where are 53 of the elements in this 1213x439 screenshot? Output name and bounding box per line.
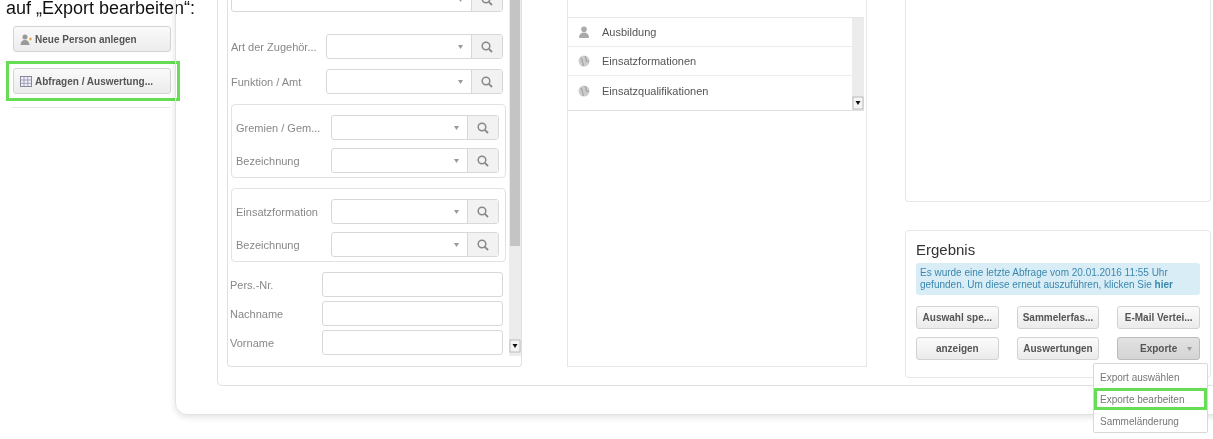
caption-text: auf „Export bearbeiten“: xyxy=(6,0,196,19)
scrollbar[interactable] xyxy=(852,18,864,110)
action-button[interactable]: Exporte xyxy=(1117,337,1200,360)
caret-icon xyxy=(454,125,459,130)
globe-icon xyxy=(578,55,590,67)
field-label: Bezeichnung xyxy=(236,238,301,251)
sidebar-button[interactable]: Neue Person anlegen xyxy=(13,26,171,52)
search-icon xyxy=(477,238,489,251)
field-label: Funktion / Amt xyxy=(231,75,303,88)
field-label: Nachname xyxy=(230,307,285,320)
caret-icon xyxy=(454,242,459,247)
caret-icon xyxy=(454,209,459,214)
person-icon xyxy=(578,26,590,38)
select-field[interactable] xyxy=(331,148,499,173)
select-field[interactable] xyxy=(331,199,499,224)
caret-icon xyxy=(458,79,463,84)
search-icon xyxy=(477,121,489,134)
input-field[interactable] xyxy=(322,330,503,355)
scrollbar[interactable] xyxy=(509,0,521,356)
search-icon xyxy=(477,205,489,218)
table-icon xyxy=(20,75,32,87)
list-item[interactable]: Einsatzqualifikationen xyxy=(568,76,852,105)
select-field[interactable] xyxy=(331,232,499,257)
action-button[interactable]: E-Mail Vertei... xyxy=(1117,306,1200,329)
field-label: Bezeichnung xyxy=(236,154,301,167)
input-field[interactable] xyxy=(322,272,503,297)
field-label: Einsatzformation xyxy=(236,205,319,218)
caret-icon xyxy=(1187,347,1192,351)
action-button[interactable]: Sammelerfas... xyxy=(1016,306,1100,329)
globe-icon xyxy=(578,84,590,97)
info-message: Es wurde eine letzte Abfrage vom 20.01.2016 11:55 Uhr gefunden. Um diese erneut auszuführen, klicken Sie hier xyxy=(916,263,1200,295)
search-icon xyxy=(477,154,489,167)
select-field[interactable] xyxy=(326,69,503,94)
select-field[interactable] xyxy=(326,34,503,59)
menu-item[interactable]: Exporte bearbeiten xyxy=(1094,388,1207,410)
action-button[interactable]: Auswahl spe... xyxy=(916,306,999,329)
caret-icon xyxy=(454,158,459,163)
section-title: Ergebnis xyxy=(916,241,977,258)
field-label: Pers.-Nr. xyxy=(230,278,275,291)
caret-icon xyxy=(458,44,463,49)
select-field[interactable] xyxy=(331,115,499,140)
action-button[interactable]: anzeigen xyxy=(916,337,999,360)
input-field[interactable] xyxy=(322,301,503,326)
search-icon xyxy=(481,75,493,88)
field-label: Vorname xyxy=(230,336,276,349)
list-item[interactable]: Ausbildung xyxy=(568,18,852,47)
action-button[interactable]: Auswertungen xyxy=(1016,337,1100,360)
person-add-icon xyxy=(20,33,32,45)
list-item[interactable]: Einsatzformationen xyxy=(568,47,852,76)
search-icon xyxy=(481,40,493,53)
sidebar-button[interactable]: Abfragen / Auswertung... xyxy=(13,68,171,94)
field-label: Art der Zugehör... xyxy=(231,40,318,53)
field-label: Gremien / Gem... xyxy=(236,121,322,134)
